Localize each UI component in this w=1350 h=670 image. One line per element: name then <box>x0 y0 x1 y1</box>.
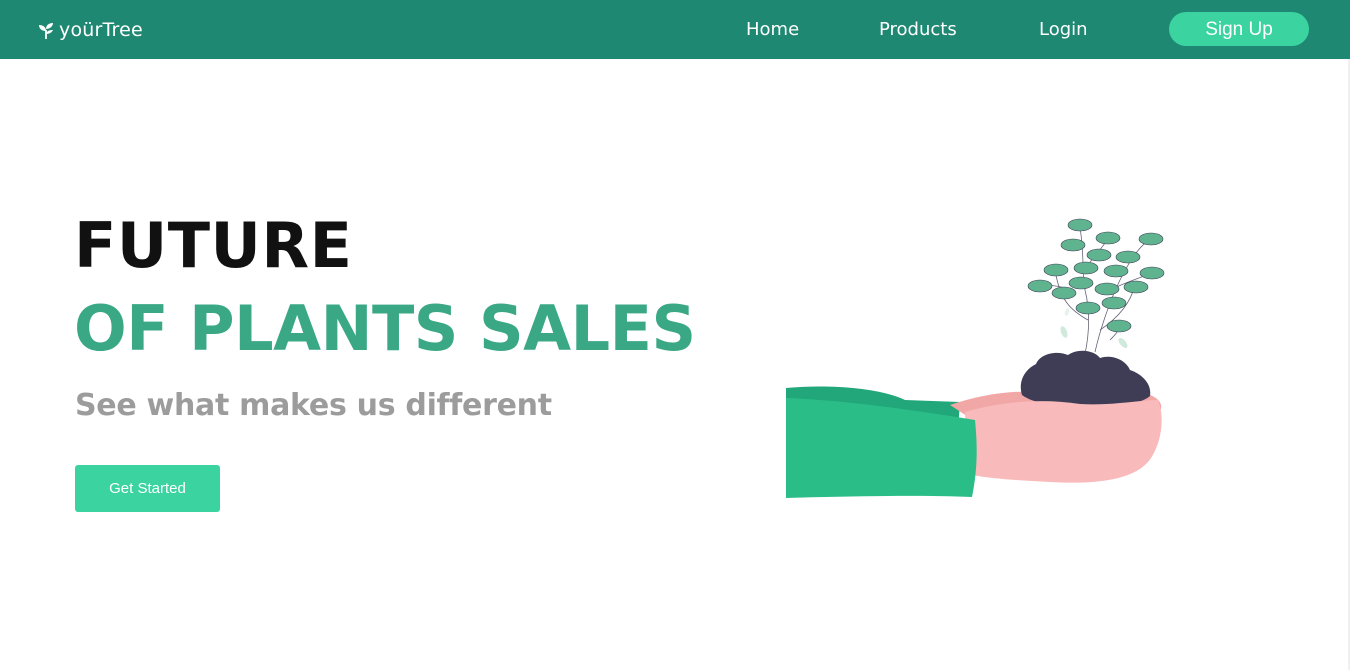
brand-name: yoürTree <box>59 19 143 41</box>
signup-button[interactable]: Sign Up <box>1169 12 1309 46</box>
nav-products-link[interactable]: Products <box>879 17 957 43</box>
hero-title-line1: FUTURE <box>74 209 353 282</box>
leaf-icon <box>39 23 53 39</box>
hero-title-line2: OF PLANTS SALES <box>74 292 696 365</box>
hands-holding-plant-illustration <box>786 218 1165 498</box>
brand-logo[interactable]: yoürTree <box>37 17 143 43</box>
navbar: yoürTree Home Products Login Sign Up <box>0 0 1350 59</box>
get-started-button[interactable]: Get Started <box>75 465 220 512</box>
hero-subtitle: See what makes us different <box>75 388 552 423</box>
nav-home-link[interactable]: Home <box>746 17 799 43</box>
nav-login-link[interactable]: Login <box>1039 17 1088 43</box>
